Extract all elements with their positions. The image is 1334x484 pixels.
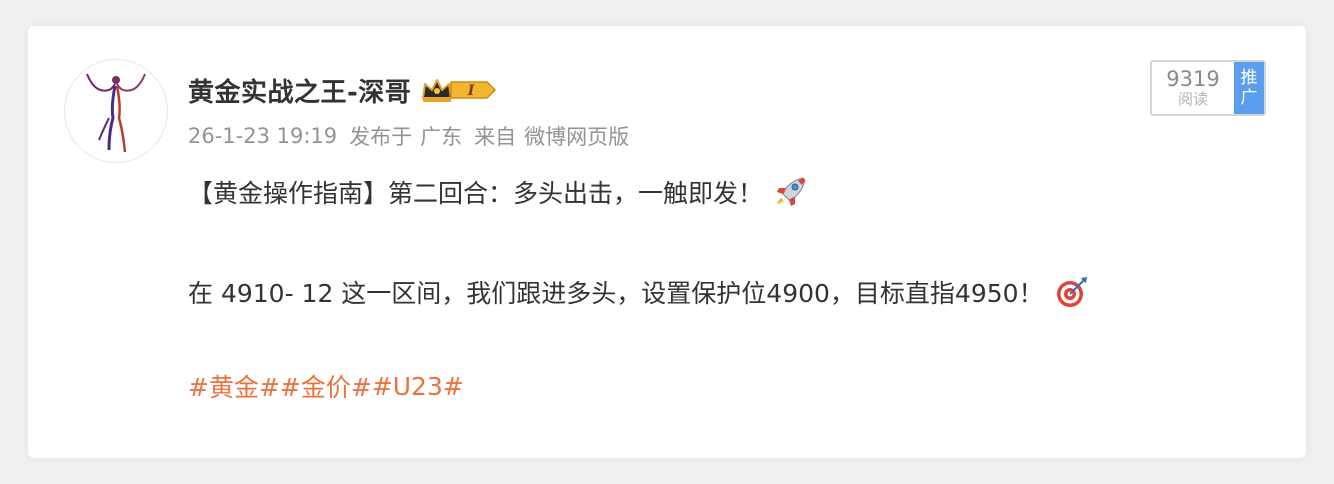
hashtag-link[interactable]: #U23# bbox=[372, 372, 464, 401]
promote-label-2: 广 bbox=[1240, 88, 1258, 108]
post-text-line-2: 在 4910- 12 这一区间，我们跟进多头，设置保护位4900，目标直指495… bbox=[188, 272, 1090, 312]
source-label: 来自 bbox=[474, 125, 517, 149]
read-count: 9319 bbox=[1166, 67, 1220, 91]
crown-level-icon: I bbox=[422, 79, 497, 102]
vip-crown-badge[interactable]: I bbox=[421, 76, 497, 104]
avatar-figure-icon bbox=[86, 73, 146, 153]
hashtag-link[interactable]: #金价# bbox=[280, 368, 372, 404]
read-stats: 9319 阅读 bbox=[1152, 62, 1234, 114]
post-location: 广东 bbox=[420, 125, 463, 149]
published-in-label: 发布于 bbox=[349, 125, 413, 149]
promote-button[interactable]: 推 广 bbox=[1234, 62, 1264, 114]
author-name[interactable]: 黄金实战之王-深哥 bbox=[188, 72, 411, 109]
hashtag-link[interactable]: #黄金# bbox=[188, 368, 280, 404]
post-source[interactable]: 微博网页版 bbox=[524, 121, 629, 151]
promote-label-1: 推 bbox=[1240, 68, 1258, 88]
read-count-box: 9319 阅读 推 广 bbox=[1150, 60, 1266, 116]
hashtag-row: #黄金# #金价# #U23# bbox=[188, 366, 464, 406]
post-text-line-1: 【黄金操作指南】第二回合：多头出击，一触即发！ bbox=[188, 172, 809, 212]
read-label: 阅读 bbox=[1177, 90, 1208, 108]
rocket-icon bbox=[773, 174, 809, 210]
post-meta: 26-1-23 19:19 发布于 广东 来自 微博网页版 bbox=[188, 120, 641, 152]
post-time[interactable]: 26-1-23 19:19 bbox=[188, 124, 337, 148]
author-row: 黄金实战之王-深哥 I bbox=[188, 70, 497, 110]
post-text-2: 在 4910- 12 这一区间，我们跟进多头，设置保护位4900，目标直指495… bbox=[188, 279, 1044, 308]
author-avatar[interactable] bbox=[64, 59, 168, 163]
level-number: I bbox=[467, 83, 475, 99]
post-card: 黄金实战之王-深哥 I 26-1-23 19:19 发布于 广东 来自 微博网页… bbox=[28, 26, 1306, 458]
dart-target-icon bbox=[1054, 274, 1090, 310]
post-text-1: 【黄金操作指南】第二回合：多头出击，一触即发！ bbox=[188, 179, 764, 208]
